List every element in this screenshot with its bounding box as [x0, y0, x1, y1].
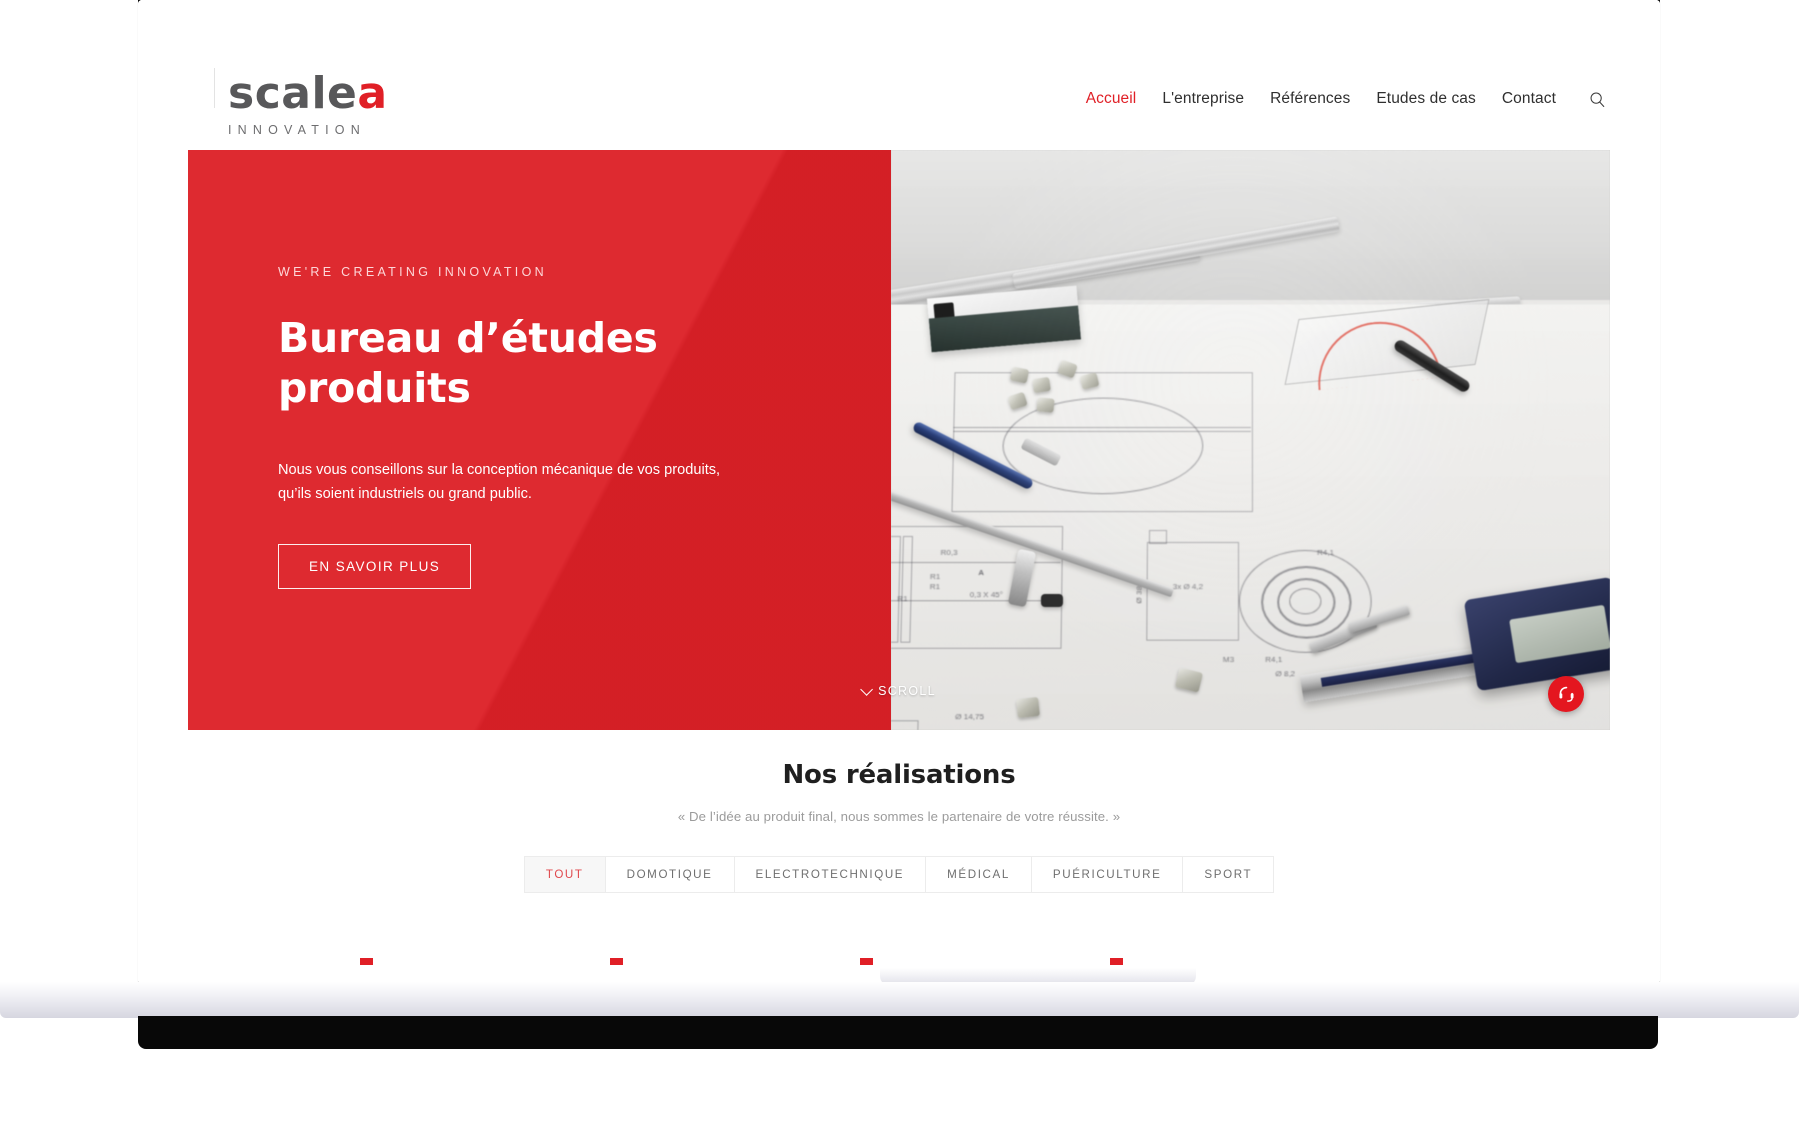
- hero-copy: WE'RE CREATING INNOVATION Bureau d’étude…: [188, 150, 891, 589]
- hero-section: WE'RE CREATING INNOVATION Bureau d’étude…: [188, 150, 1610, 730]
- drawing-label: A: [978, 568, 984, 577]
- logo-wordmark: scalea: [228, 72, 398, 116]
- filter-electrotechnique[interactable]: ELECTROTECHNIQUE: [735, 857, 927, 892]
- drawing-label: R4,1: [1265, 655, 1282, 664]
- drawing-label: 3x Ø 4,2: [1173, 582, 1203, 591]
- support-headset-button[interactable]: [1548, 676, 1584, 712]
- nav-item-contact[interactable]: Contact: [1502, 90, 1556, 108]
- nav-item-lentreprise[interactable]: L'entreprise: [1162, 90, 1244, 108]
- hero-cta-button[interactable]: EN SAVOIR PLUS: [278, 544, 471, 589]
- site-logo[interactable]: scalea INNOVATION: [228, 72, 398, 137]
- drawing-label: R1: [897, 594, 908, 603]
- drawing-label: M3: [1223, 655, 1234, 664]
- drawing-label: Ø 14,75: [955, 712, 984, 721]
- scroll-indicator[interactable]: SCROLL: [862, 684, 936, 698]
- filter-tout[interactable]: TOUT: [525, 857, 606, 892]
- gallery-placeholder: [360, 958, 373, 965]
- category-filter-bar: TOUT DOMOTIQUE ELECTROTECHNIQUE MÉDICAL …: [524, 856, 1274, 893]
- drawing-label: R1: [930, 582, 940, 591]
- hero-title-line1: Bureau d’études: [278, 314, 658, 362]
- gallery-placeholder: [860, 958, 873, 965]
- logo-word-accent: a: [357, 68, 387, 119]
- drawing-label: R1: [930, 572, 940, 581]
- site-header: scalea INNOVATION Accueil L'entreprise R…: [138, 0, 1660, 150]
- drawing-datum: [1149, 530, 1167, 544]
- chevron-down-icon: [860, 683, 873, 696]
- hero-eyebrow: WE'RE CREATING INNOVATION: [278, 265, 831, 279]
- hero-photo: R0,3 R0,3 R1 R1 R1 R1 R2 A A 0,3 X 45° 1…: [891, 150, 1610, 730]
- drawing-label: Ø 38: [1135, 586, 1144, 603]
- drawing-label: R4,1: [1317, 548, 1334, 557]
- drawing-label: 0,3 X 45°: [970, 590, 1003, 599]
- drawing-line: [953, 427, 1251, 428]
- logo-word-main: scale: [228, 68, 357, 119]
- gallery-placeholder: [1110, 958, 1123, 965]
- hero-title-line2: produits: [278, 364, 471, 412]
- filter-sport[interactable]: SPORT: [1183, 857, 1273, 892]
- laptop-bottom-shadow: [138, 1016, 1658, 1049]
- nav-item-references[interactable]: Références: [1270, 90, 1350, 108]
- caliper-jaw: [1348, 605, 1410, 633]
- drawing-line: [891, 562, 1061, 563]
- filter-puericulture[interactable]: PUÉRICULTURE: [1032, 857, 1184, 892]
- laptop-mockup: scalea INNOVATION Accueil L'entreprise R…: [0, 0, 1799, 1128]
- drawing-frame: [951, 372, 1252, 512]
- scroll-label: SCROLL: [878, 684, 936, 698]
- logo-subtitle: INNOVATION: [228, 123, 398, 137]
- section-title: Nos réalisations: [138, 760, 1660, 790]
- hero-image-panel: R0,3 R0,3 R1 R1 R1 R1 R2 A A 0,3 X 45° 1…: [891, 150, 1610, 730]
- filter-domotique[interactable]: DOMOTIQUE: [606, 857, 735, 892]
- laptop-base: [0, 982, 1799, 1018]
- fastener-nut: [1016, 697, 1040, 718]
- section-subtitle: « De l’idée au produit final, nous somme…: [138, 809, 1660, 824]
- drawing-label: R0,3: [941, 548, 958, 557]
- fastener-nut: [1036, 397, 1054, 413]
- fastener-nut: [1032, 377, 1051, 393]
- gallery-placeholder: [610, 958, 623, 965]
- dowel-end-cap: [1041, 594, 1063, 607]
- realisations-section: Nos réalisations « De l’idée au produit …: [138, 760, 1660, 893]
- laptop-screen: scalea INNOVATION Accueil L'entreprise R…: [138, 0, 1660, 985]
- drawing-line: [953, 431, 1251, 432]
- drawing-line: [891, 600, 1060, 601]
- filter-medical[interactable]: MÉDICAL: [926, 857, 1032, 892]
- hero-text-panel: WE'RE CREATING INNOVATION Bureau d’étude…: [188, 150, 891, 730]
- hero-title: Bureau d’études produits: [278, 313, 738, 413]
- drawing-frame: [891, 720, 919, 730]
- drawing-label: Ø 8,2: [1275, 669, 1295, 678]
- header-divider: [214, 68, 215, 108]
- search-icon[interactable]: [1586, 88, 1608, 110]
- nav-item-accueil[interactable]: Accueil: [1086, 90, 1137, 108]
- nav-item-etudes-de-cas[interactable]: Etudes de cas: [1376, 90, 1476, 108]
- main-navigation: Accueil L'entreprise Références Etudes d…: [1086, 88, 1608, 110]
- hero-paragraph: Nous vous conseillons sur la conception …: [278, 459, 728, 506]
